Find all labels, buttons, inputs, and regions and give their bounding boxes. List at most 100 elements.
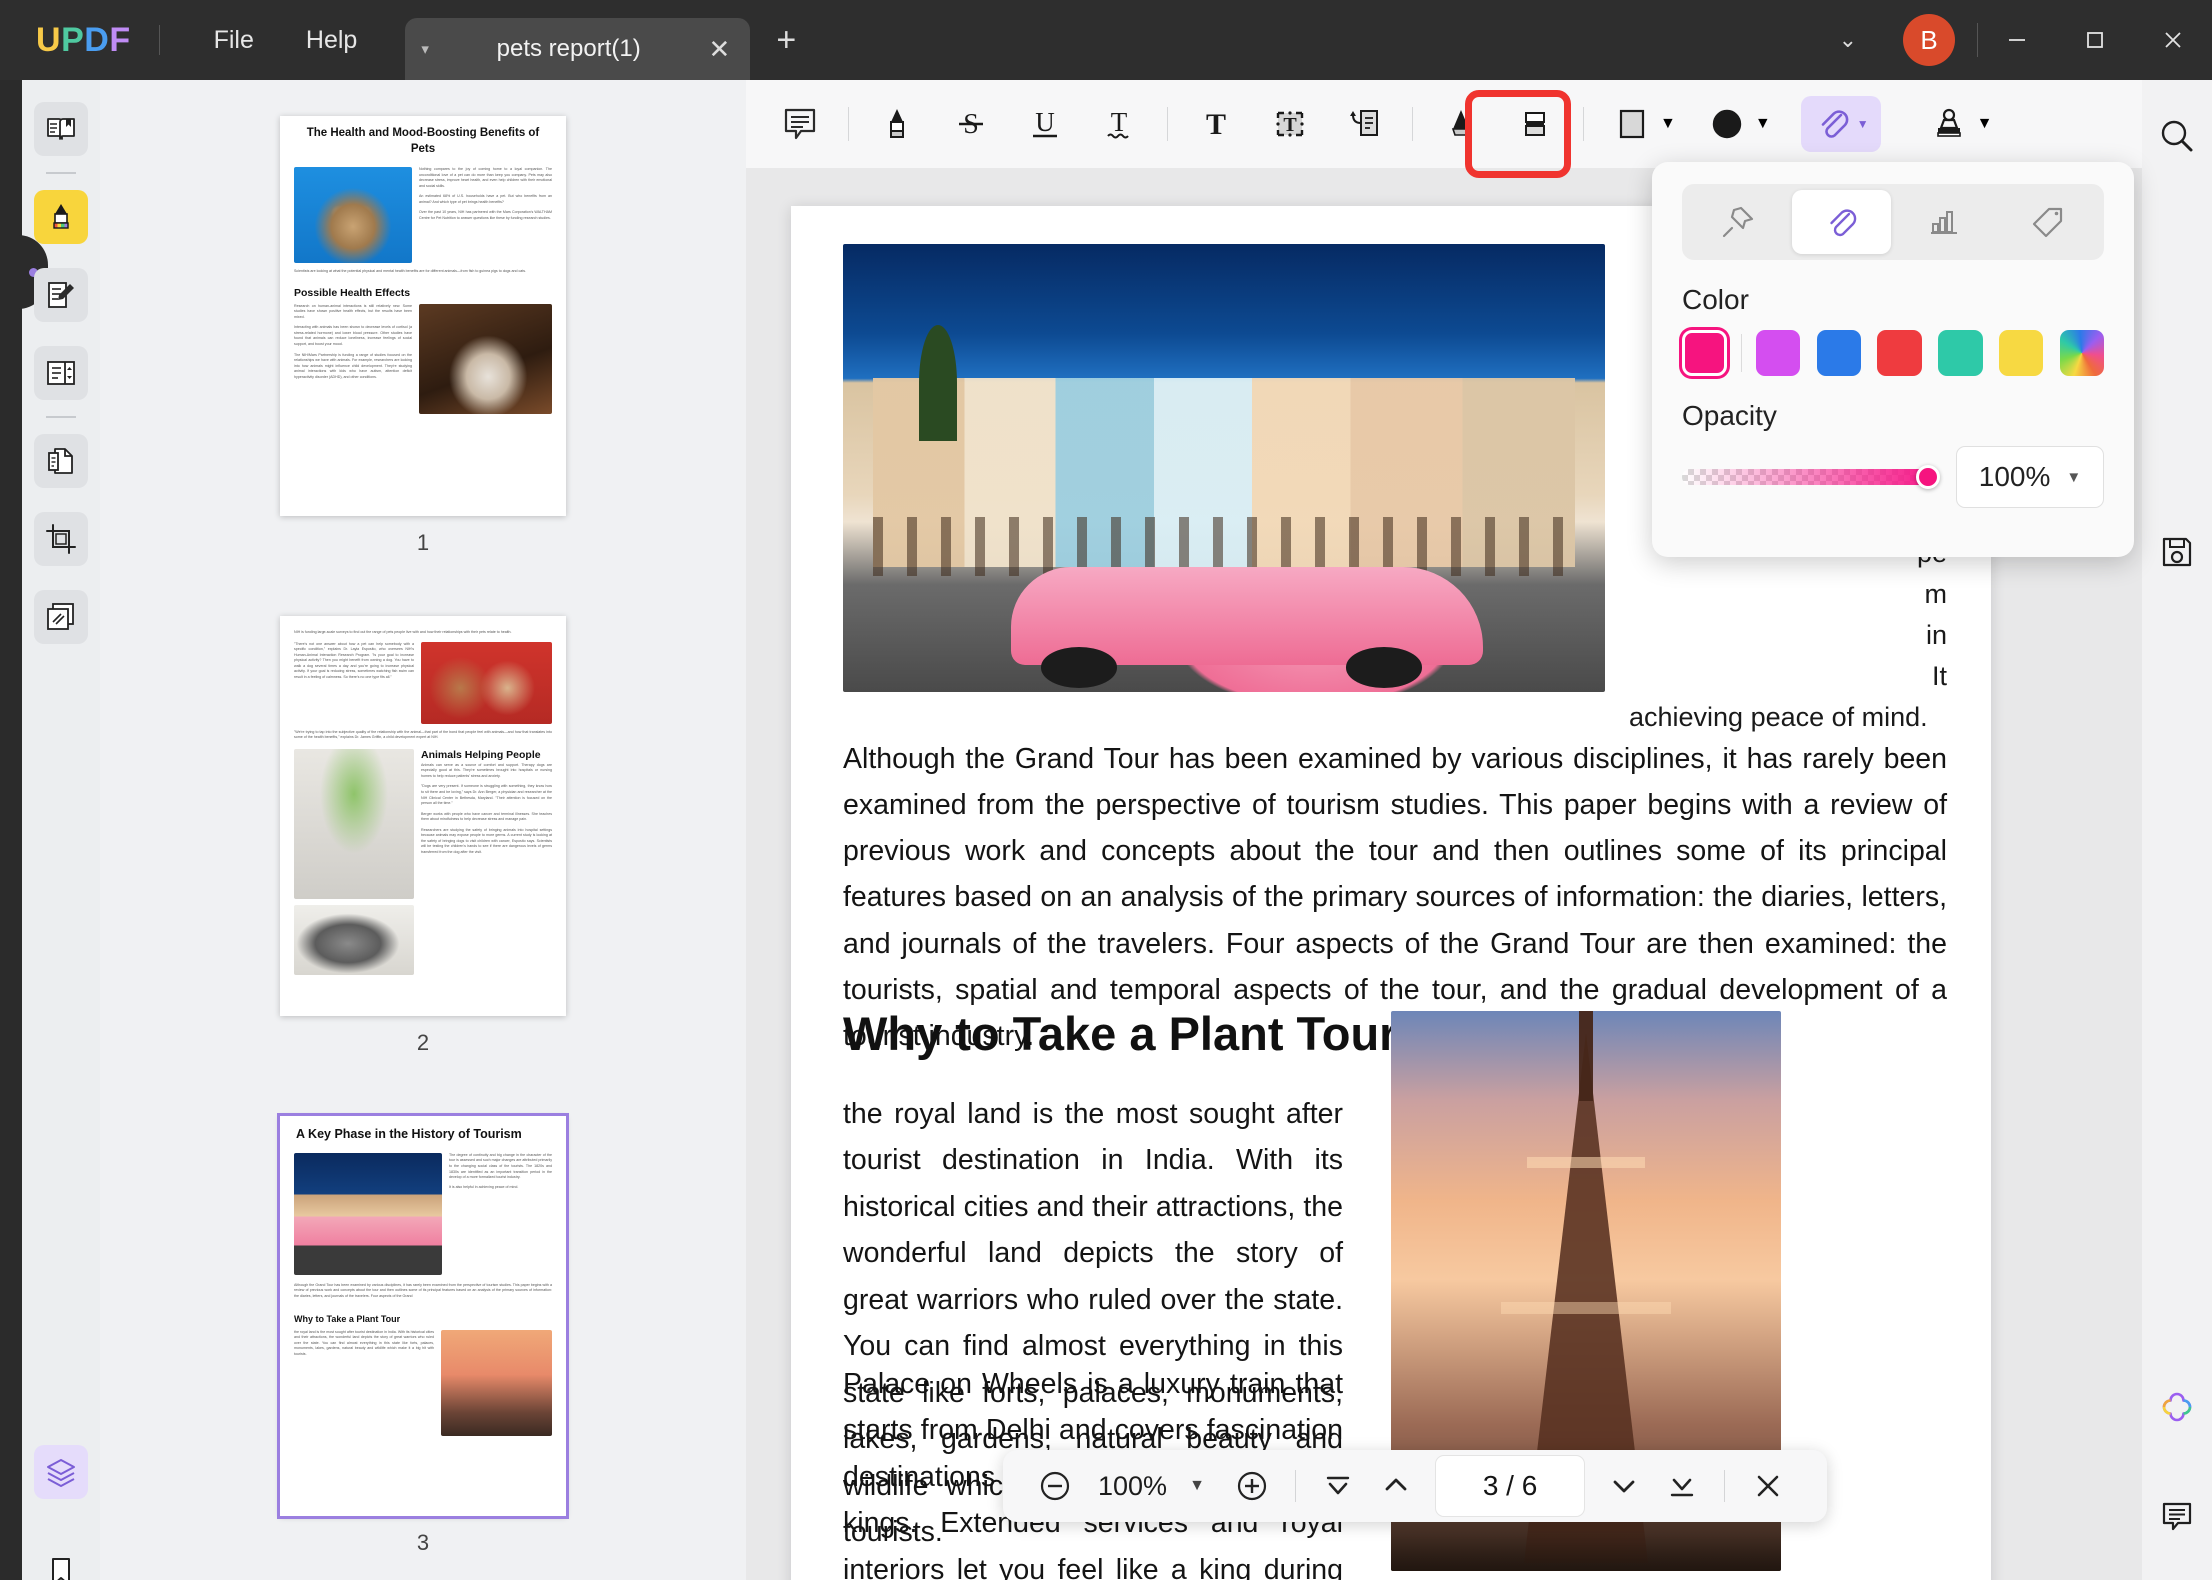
zoom-level-value: 100% <box>1098 1470 1168 1501</box>
stamp-shape-icon[interactable] <box>1699 96 1755 152</box>
last-page-button[interactable] <box>1653 1458 1711 1514</box>
new-tab-button[interactable]: + <box>776 21 796 60</box>
opacity-value-dropdown[interactable]: 100% ▼ <box>1956 446 2104 508</box>
thumb-paragraph: Research on human-animal interactions is… <box>294 303 412 319</box>
page-navigation-bar[interactable]: 100% ▼ 3 / 6 <box>1003 1450 1827 1522</box>
chevron-down-icon[interactable]: ▼ <box>1660 115 1676 133</box>
menu-help[interactable]: Help <box>280 18 383 63</box>
color-swatch-selected[interactable] <box>1682 330 1727 376</box>
tag-icon[interactable] <box>1999 190 2099 254</box>
attachment-icon[interactable]: ▼ <box>1800 96 1881 152</box>
divider <box>46 172 76 174</box>
color-swatch-teal[interactable] <box>1938 330 1983 376</box>
attachment-popup[interactable]: Color Opacity 100% ▼ <box>1652 162 2134 557</box>
sidebar-compress-icon[interactable] <box>34 590 88 644</box>
sidebar-page-tools-icon[interactable] <box>34 346 88 400</box>
color-swatch-yellow[interactable] <box>1998 330 2044 376</box>
chevron-down-icon[interactable]: ▼ <box>1755 115 1771 133</box>
sidebar-convert-icon[interactable] <box>34 434 88 488</box>
paperclip-icon[interactable] <box>1791 190 1891 254</box>
strikethrough-icon[interactable]: S <box>943 96 999 152</box>
thumb-page-number: 3 <box>416 1530 430 1555</box>
thumbnail-page-3[interactable]: A Key Phase in the History of Tourism Th… <box>277 1113 569 1519</box>
save-icon[interactable] <box>2149 524 2205 580</box>
close-button[interactable] <box>2134 0 2212 80</box>
opacity-control[interactable]: 100% ▼ <box>1682 446 2104 508</box>
thumb-paragraph: The NIH/Mars Partnership is funding a ra… <box>294 352 412 379</box>
comment-list-icon[interactable] <box>2149 1488 2205 1544</box>
thumb-image-dog <box>419 303 552 414</box>
opacity-slider[interactable] <box>1682 465 1940 489</box>
thumb-paragraph: the royal land is the most sought after … <box>294 1329 434 1356</box>
shape-tool-group[interactable]: ▼ <box>1595 96 1676 152</box>
thumbnail-page-1[interactable]: The Health and Mood-Boosting Benefits of… <box>280 116 566 516</box>
title-bar: U P D F File Help ▾ pets report(1) ✕ + ⌄… <box>0 0 2212 80</box>
sidebar-annotate-icon[interactable] <box>34 190 88 244</box>
thumb-title: The Health and Mood-Boosting Benefits of… <box>306 127 540 155</box>
sidebar-edit-pdf-icon[interactable] <box>34 268 88 322</box>
shape-icon[interactable] <box>1604 96 1660 152</box>
pencil-icon[interactable] <box>1433 96 1489 152</box>
zoom-level-dropdown[interactable]: ▼ <box>1180 1458 1214 1514</box>
divider <box>1295 1470 1297 1502</box>
thumbnail-page-2[interactable]: NIH is funding large-scale surveys to fi… <box>280 616 566 1016</box>
highlighter-icon[interactable] <box>869 96 925 152</box>
comment-icon[interactable] <box>772 96 828 152</box>
svg-text:U: U <box>1035 107 1055 137</box>
squiggly-underline-icon[interactable]: T <box>1091 96 1147 152</box>
thumb-paragraph: The degree of continuity and big change … <box>449 1152 552 1180</box>
chevron-down-icon[interactable]: ▾ <box>421 40 429 58</box>
chevron-down-icon[interactable]: ⌄ <box>1815 27 1881 53</box>
previous-page-button[interactable] <box>1367 1458 1425 1514</box>
color-label: Color <box>1682 284 1749 315</box>
pin-icon[interactable] <box>1688 190 1788 254</box>
svg-text:T: T <box>1111 107 1128 137</box>
text-box-icon[interactable]: T <box>1262 96 1318 152</box>
opacity-slider-thumb[interactable] <box>1916 465 1940 489</box>
thumb-image-havana <box>294 1152 442 1275</box>
maximize-button[interactable] <box>2056 0 2134 80</box>
menu-file[interactable]: File <box>188 18 280 63</box>
thumb-paragraph: Animals can serve as a source of comfort… <box>421 762 552 778</box>
eraser-icon[interactable] <box>1507 96 1563 152</box>
avatar[interactable]: B <box>1903 14 1955 66</box>
color-swatch-blue[interactable] <box>1816 330 1861 376</box>
sidebar-bookmark-icon[interactable] <box>34 1545 88 1580</box>
first-page-button[interactable] <box>1309 1458 1367 1514</box>
sidebar-crop-icon[interactable] <box>34 512 88 566</box>
graph-icon[interactable] <box>1895 190 1995 254</box>
minimize-button[interactable] <box>1978 0 2056 80</box>
thumb-paragraph: "There's not one answer about how a pet … <box>294 641 414 679</box>
sidebar-reader-icon[interactable] <box>34 102 88 156</box>
annotation-toolbar[interactable]: S U T T T ▼ ▼ ▼ ▼ <box>746 80 2142 168</box>
shape-fill-tool-group[interactable]: ▼ <box>1690 96 1771 152</box>
underline-icon[interactable]: U <box>1017 96 1073 152</box>
color-swatch-rainbow[interactable] <box>2059 330 2104 376</box>
divider <box>1583 107 1584 141</box>
page-heading: Why to Take a Plant Tour <box>843 1007 1398 1060</box>
chevron-down-icon[interactable]: ▼ <box>2066 469 2081 486</box>
attachment-type-tabs[interactable] <box>1682 184 2104 260</box>
stamp-icon[interactable] <box>1921 96 1977 152</box>
zoom-out-button[interactable] <box>1025 1458 1085 1514</box>
color-swatch-magenta[interactable] <box>1755 330 1801 376</box>
close-icon[interactable]: ✕ <box>709 34 731 65</box>
svg-text:T: T <box>1283 114 1297 136</box>
text-icon[interactable]: T <box>1188 96 1244 152</box>
document-tab[interactable]: ▾ pets report(1) ✕ <box>405 18 751 80</box>
next-page-button[interactable] <box>1595 1458 1653 1514</box>
thumbnail-panel[interactable]: The Health and Mood-Boosting Benefits of… <box>100 80 746 1580</box>
close-toolbar-button[interactable] <box>1738 1458 1798 1514</box>
color-swatch-red[interactable] <box>1877 330 1922 376</box>
page-indicator[interactable]: 3 / 6 <box>1435 1455 1586 1517</box>
ai-assistant-icon[interactable] <box>2149 1380 2205 1436</box>
color-swatches[interactable] <box>1682 330 2104 376</box>
chevron-down-icon[interactable]: ▼ <box>1977 115 1993 133</box>
chevron-down-icon[interactable]: ▼ <box>1857 117 1869 131</box>
tool-rail <box>18 80 100 1580</box>
sidebar-layers-icon[interactable] <box>34 1445 88 1499</box>
callout-icon[interactable] <box>1336 96 1392 152</box>
search-icon[interactable] <box>2149 108 2205 164</box>
zoom-in-button[interactable] <box>1222 1458 1282 1514</box>
stamp-tool-group[interactable]: ▼ <box>1912 96 1993 152</box>
